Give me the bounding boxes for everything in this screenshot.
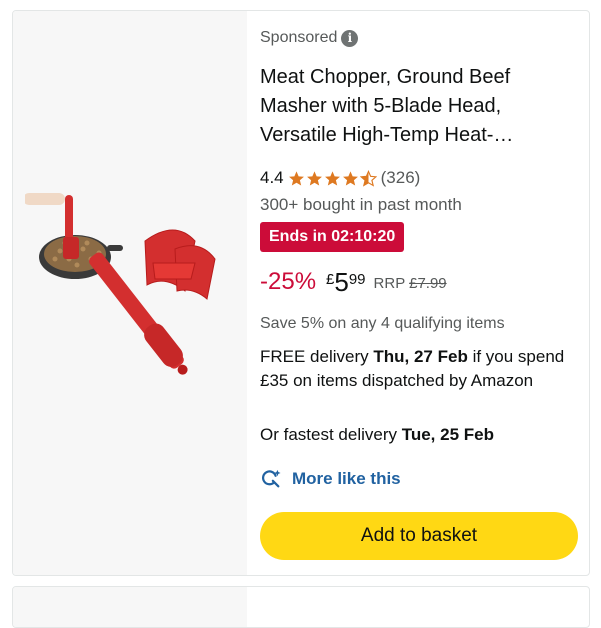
star-icon [324,170,340,186]
more-like-this-label: More like this [292,469,401,488]
rating-row[interactable]: 4.4 (326) [260,168,420,188]
rrp-value: £7.99 [409,275,447,292]
star-icon [288,170,304,186]
delivery-prefix: FREE delivery [260,347,374,366]
rating-value: 4.4 [260,168,284,187]
product-title[interactable]: Meat Chopper, Ground Beef Masher with 5-… [260,63,570,150]
price-whole: 5 [334,267,349,297]
rating-count[interactable]: (326) [381,168,421,188]
deal-timer-badge: Ends in 02:10:20 [260,222,405,252]
product-card[interactable]: Sponsored i Meat Chopper, Ground Beef Ma… [12,10,590,576]
add-to-basket-button[interactable]: Add to basket [260,512,578,560]
star-icon [306,170,322,186]
next-product-card[interactable] [12,586,590,628]
rrp: RRP £7.99 [374,275,447,292]
fastest-delivery: Or fastest delivery Tue, 25 Feb [260,425,494,445]
sponsored-text: Sponsored [260,29,338,46]
price-fraction: 99 [348,271,366,288]
price-row[interactable]: -25% £ 5 99 RRP £7.99 [260,267,447,297]
discount-percent: -25% [260,268,317,295]
rating-stars[interactable] [288,169,377,187]
save-offer[interactable]: Save 5% on any 4 qualifying items [260,315,505,333]
more-like-this-link[interactable]: More like this [260,468,401,490]
sponsored-label: Sponsored i [260,29,359,47]
product-image-panel[interactable] [13,11,247,575]
next-product-image-panel[interactable] [13,587,247,627]
fastest-date: Tue, 25 Feb [401,425,494,444]
delivery-info: FREE delivery Thu, 27 Feb if you spend £… [260,345,580,393]
product-image[interactable] [25,179,239,419]
sparkle-search-icon [262,469,281,488]
star-icon [342,170,358,186]
fastest-prefix: Or fastest delivery [260,425,402,444]
half-star-icon [359,169,377,187]
price-symbol: £ [326,271,335,288]
info-icon[interactable]: i [341,29,359,47]
bought-count: 300+ bought in past month [260,195,462,214]
rrp-label: RRP [373,275,405,292]
delivery-date: Thu, 27 Feb [373,347,468,366]
